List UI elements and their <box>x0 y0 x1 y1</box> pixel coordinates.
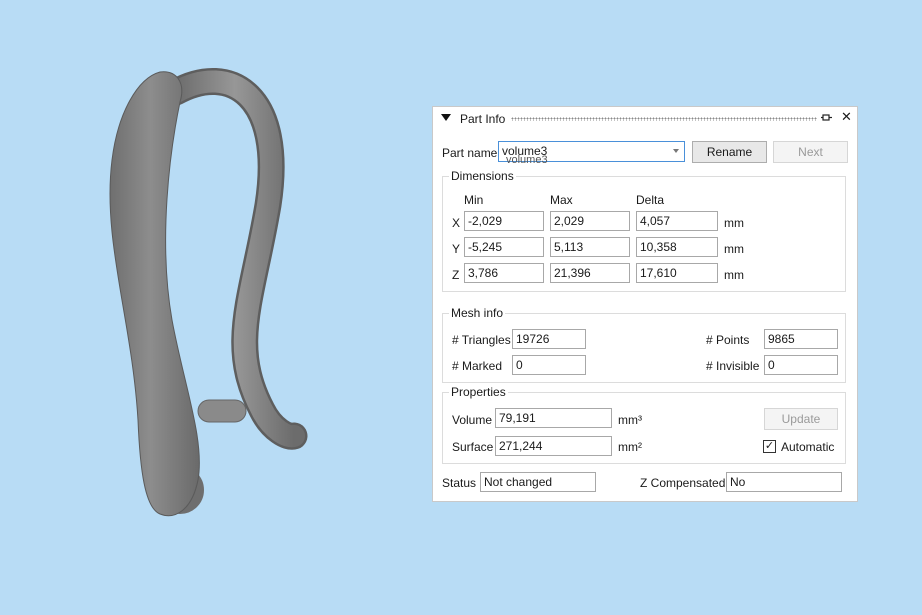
z-compensated-label: Z Compensated <box>640 476 726 490</box>
x-min-field[interactable]: -2,029 <box>464 211 544 231</box>
triangles-field[interactable]: 19726 <box>512 329 586 349</box>
z-min-field[interactable]: 3,786 <box>464 263 544 283</box>
chevron-down-icon[interactable] <box>673 149 679 153</box>
points-field[interactable]: 9865 <box>764 329 838 349</box>
x-unit: mm <box>724 216 744 230</box>
min-header: Min <box>464 193 484 207</box>
mesh-info-title: Mesh info <box>449 306 506 320</box>
drag-grip[interactable] <box>511 117 817 121</box>
y-unit: mm <box>724 242 744 256</box>
invisible-field[interactable]: 0 <box>764 355 838 375</box>
panel-title: Part Info <box>460 112 506 126</box>
triangle-down-icon[interactable] <box>441 114 451 121</box>
points-label: # Points <box>706 333 750 347</box>
automatic-checkbox[interactable]: ✓ <box>763 440 776 453</box>
volume-unit: mm³ <box>618 413 642 427</box>
part-name-dropdown-hint: volume3 <box>506 154 548 166</box>
x-delta-field[interactable]: 4,057 <box>636 211 718 231</box>
dimensions-title: Dimensions <box>449 169 516 183</box>
volume-label: Volume <box>452 413 493 427</box>
rename-button[interactable]: Rename <box>692 141 767 163</box>
y-delta-field[interactable]: 10,358 <box>636 237 718 257</box>
y-max-field[interactable]: 5,113 <box>550 237 630 257</box>
marked-label: # Marked <box>452 359 503 373</box>
part-name-label: Part name <box>442 146 498 160</box>
close-icon[interactable]: ✕ <box>841 110 852 124</box>
properties-title: Properties <box>449 385 508 399</box>
status-label: Status <box>442 476 477 490</box>
z-unit: mm <box>724 268 744 282</box>
surface-unit: mm² <box>618 440 642 454</box>
z-delta-field[interactable]: 17,610 <box>636 263 718 283</box>
z-compensated-field[interactable]: No <box>726 472 842 492</box>
pin-icon[interactable] <box>821 112 833 124</box>
axis-z-label: Z <box>452 268 460 282</box>
part-model <box>109 68 308 517</box>
panel-titlebar: Part Info ✕ <box>433 107 857 129</box>
automatic-label: Automatic <box>781 440 835 454</box>
marked-field[interactable]: 0 <box>512 355 586 375</box>
update-button[interactable]: Update <box>764 408 838 430</box>
axis-x-label: X <box>452 216 461 230</box>
triangles-label: # Triangles <box>452 333 511 347</box>
axis-y-label: Y <box>452 242 461 256</box>
next-button[interactable]: Next <box>773 141 848 163</box>
invisible-label: # Invisible <box>706 359 760 373</box>
delta-header: Delta <box>636 193 665 207</box>
z-max-field[interactable]: 21,396 <box>550 263 630 283</box>
x-max-field[interactable]: 2,029 <box>550 211 630 231</box>
max-header: Max <box>550 193 573 207</box>
status-field[interactable]: Not changed <box>480 472 596 492</box>
surface-field[interactable]: 271,244 <box>495 436 612 456</box>
volume-field[interactable]: 79,191 <box>495 408 612 428</box>
surface-label: Surface <box>452 440 494 454</box>
y-min-field[interactable]: -5,245 <box>464 237 544 257</box>
